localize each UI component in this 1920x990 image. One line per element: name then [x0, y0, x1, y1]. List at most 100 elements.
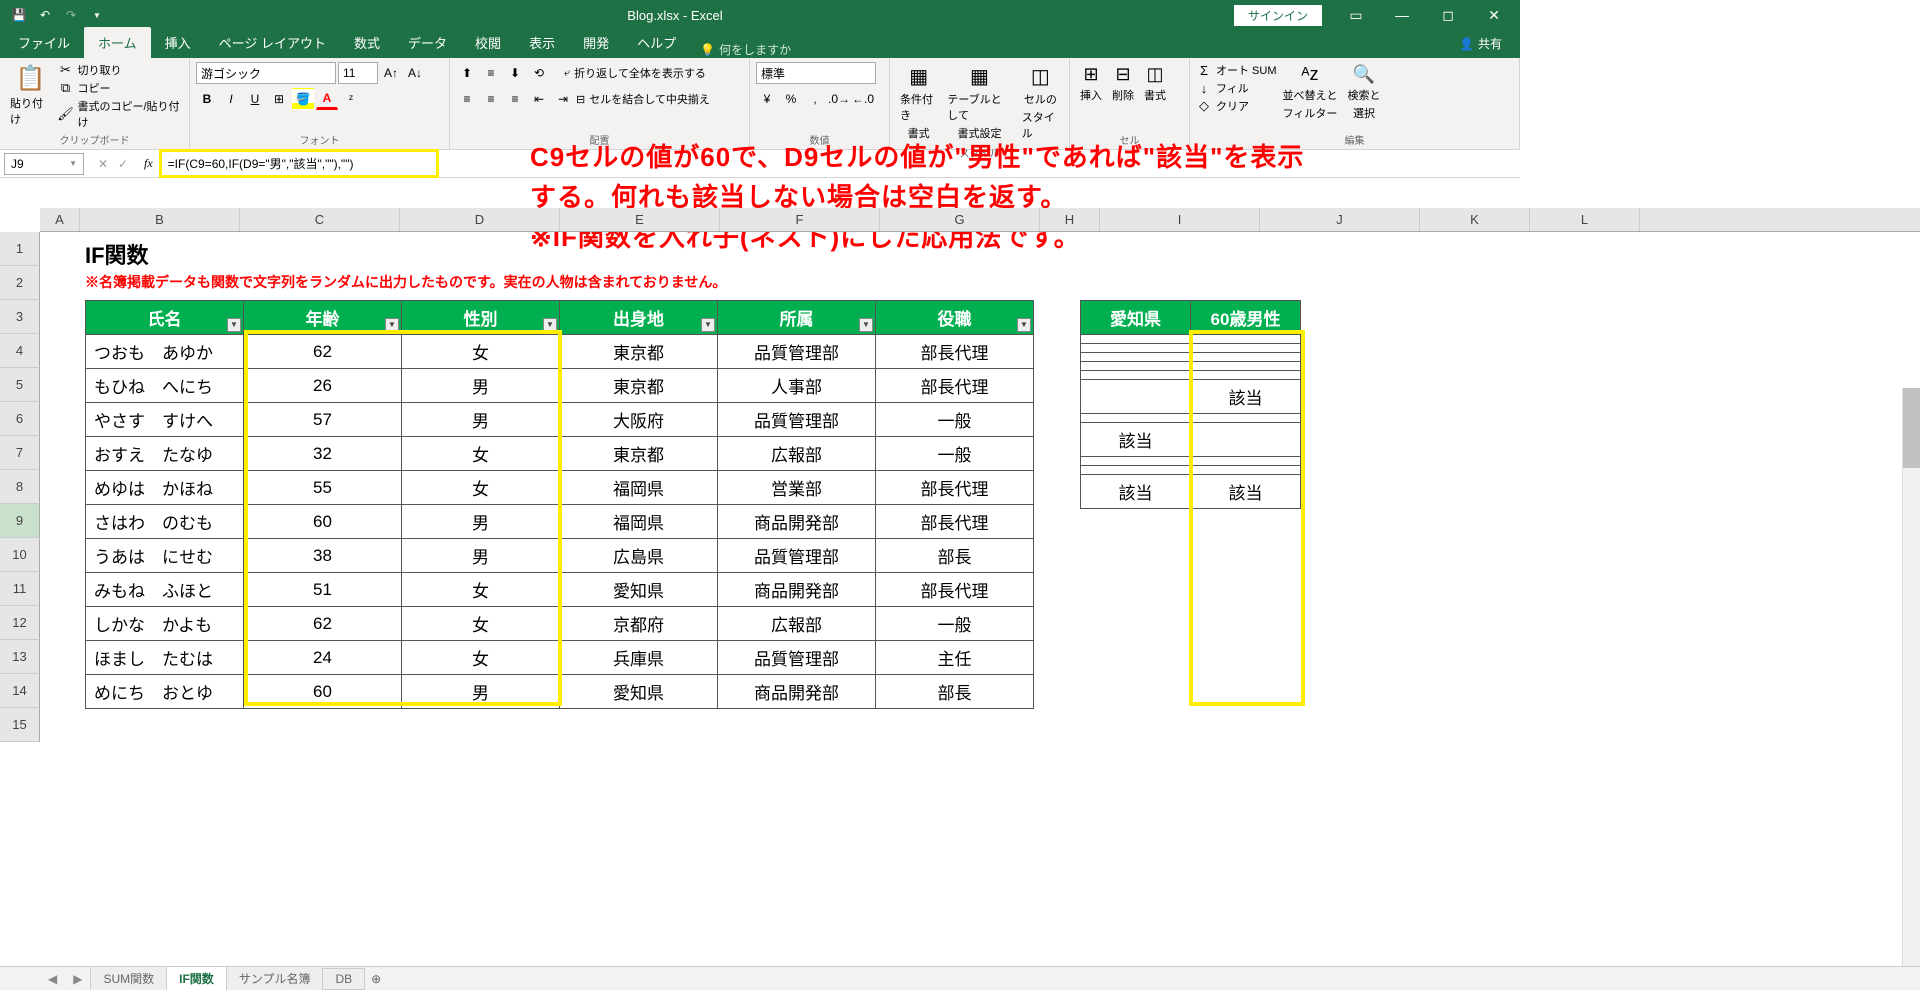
- cell-sex[interactable]: 男: [402, 539, 560, 573]
- underline-button[interactable]: U: [244, 88, 266, 110]
- cell-m60[interactable]: [1191, 335, 1301, 344]
- row-header-4[interactable]: 4: [0, 334, 40, 368]
- cell-sex[interactable]: 女: [402, 437, 560, 471]
- cell-aichi[interactable]: [1081, 335, 1191, 344]
- italic-button[interactable]: I: [220, 88, 242, 110]
- clear-button[interactable]: ◇クリア: [1196, 98, 1277, 114]
- wrap-text-button[interactable]: ⤶折り返して全体を表示する: [564, 62, 706, 84]
- cell-pref[interactable]: 愛知県: [560, 675, 718, 709]
- row-header-9[interactable]: 9: [0, 504, 40, 538]
- signin-button[interactable]: サインイン: [1234, 5, 1322, 26]
- cell-age[interactable]: 57: [244, 403, 402, 437]
- row-header-11[interactable]: 11: [0, 572, 40, 606]
- align-center-icon[interactable]: ≡: [480, 88, 502, 110]
- merge-button[interactable]: ⊟セルを結合して中央揃え: [576, 88, 710, 110]
- col-header-B[interactable]: B: [80, 208, 240, 231]
- cell-m60[interactable]: 該当: [1191, 475, 1301, 509]
- cell-pref[interactable]: 広島県: [560, 539, 718, 573]
- cut-button[interactable]: ✂切り取り: [58, 62, 184, 78]
- cell-dept[interactable]: 商品開発部: [718, 675, 876, 709]
- font-name-select[interactable]: [196, 62, 336, 84]
- row-header-6[interactable]: 6: [0, 402, 40, 436]
- cell-style-button[interactable]: ◫セルのスタイル: [1018, 62, 1063, 143]
- col-header-J[interactable]: J: [1260, 208, 1420, 231]
- cell-sex[interactable]: 男: [402, 369, 560, 403]
- row-header-3[interactable]: 3: [0, 300, 40, 334]
- row-header-15[interactable]: 15: [0, 708, 40, 742]
- copy-button[interactable]: ⧉コピー: [58, 80, 184, 96]
- row-header-13[interactable]: 13: [0, 640, 40, 674]
- cell-name[interactable]: めにち おとゆ: [86, 675, 244, 709]
- cell-m60[interactable]: [1191, 457, 1301, 466]
- add-sheet-button[interactable]: ⊕: [364, 972, 388, 986]
- align-middle-icon[interactable]: ≡: [480, 62, 502, 84]
- cell-age[interactable]: 60: [244, 505, 402, 539]
- cell-dept[interactable]: 商品開発部: [718, 505, 876, 539]
- redo-icon[interactable]: ↷: [60, 4, 82, 26]
- cell-m60[interactable]: [1191, 423, 1301, 457]
- conditional-format-button[interactable]: ▦条件付き書式: [896, 62, 941, 143]
- cell-dept[interactable]: 商品開発部: [718, 573, 876, 607]
- number-format-select[interactable]: [756, 62, 876, 84]
- formula-input[interactable]: =IF(C9=60,IF(D9="男","該当",""),""): [159, 149, 439, 178]
- align-top-icon[interactable]: ⬆: [456, 62, 478, 84]
- bold-button[interactable]: B: [196, 88, 218, 110]
- cell-pref[interactable]: 京都府: [560, 607, 718, 641]
- cell-m60[interactable]: [1191, 414, 1301, 423]
- name-box[interactable]: J9▼: [4, 153, 84, 175]
- cell-name[interactable]: ほまし たむは: [86, 641, 244, 675]
- cell-m60[interactable]: [1191, 371, 1301, 380]
- filter-icon[interactable]: ▼: [543, 318, 557, 332]
- indent-dec-icon[interactable]: ⇤: [528, 88, 550, 110]
- row-header-14[interactable]: 14: [0, 674, 40, 708]
- cell-pos[interactable]: 一般: [876, 403, 1034, 437]
- align-left-icon[interactable]: ≡: [456, 88, 478, 110]
- cell-dept[interactable]: 品質管理部: [718, 335, 876, 369]
- cell-aichi[interactable]: [1081, 371, 1191, 380]
- cell-pref[interactable]: 東京都: [560, 437, 718, 471]
- cell-sex[interactable]: 女: [402, 335, 560, 369]
- vertical-scrollbar[interactable]: [1902, 388, 1920, 966]
- col-header-A[interactable]: A: [40, 208, 80, 231]
- cell-name[interactable]: もひね へにち: [86, 369, 244, 403]
- cell-name[interactable]: おすえ たなゆ: [86, 437, 244, 471]
- filter-icon[interactable]: ▼: [385, 318, 399, 332]
- tab-formulas[interactable]: 数式: [340, 27, 394, 58]
- cell-pos[interactable]: 部長代理: [876, 471, 1034, 505]
- font-color-button[interactable]: A: [316, 88, 338, 110]
- cell-pos[interactable]: 部長代理: [876, 369, 1034, 403]
- cell-age[interactable]: 62: [244, 335, 402, 369]
- col-header-D[interactable]: D: [400, 208, 560, 231]
- cell-name[interactable]: うあは にせむ: [86, 539, 244, 573]
- cell-pref[interactable]: 福岡県: [560, 471, 718, 505]
- cell-aichi[interactable]: [1081, 353, 1191, 362]
- cell-sex[interactable]: 男: [402, 403, 560, 437]
- cell-age[interactable]: 26: [244, 369, 402, 403]
- cell-pref[interactable]: 東京都: [560, 335, 718, 369]
- border-button[interactable]: ⊞: [268, 88, 290, 110]
- cell-sex[interactable]: 女: [402, 641, 560, 675]
- row-header-8[interactable]: 8: [0, 470, 40, 504]
- minimize-icon[interactable]: —: [1380, 0, 1424, 30]
- col-header-L[interactable]: L: [1530, 208, 1640, 231]
- cell-name[interactable]: つおも あゆか: [86, 335, 244, 369]
- ruby-button[interactable]: ᶻ: [340, 88, 362, 110]
- cell-dept[interactable]: 品質管理部: [718, 403, 876, 437]
- cell-name[interactable]: しかな かよも: [86, 607, 244, 641]
- maximize-icon[interactable]: ◻: [1426, 0, 1470, 30]
- orientation-icon[interactable]: ⟲: [528, 62, 550, 84]
- tab-data[interactable]: データ: [394, 27, 461, 58]
- cell-pos[interactable]: 一般: [876, 437, 1034, 471]
- tab-view[interactable]: 表示: [515, 27, 569, 58]
- row-header-5[interactable]: 5: [0, 368, 40, 402]
- cell-age[interactable]: 60: [244, 675, 402, 709]
- dec-decimal-icon[interactable]: ←.0: [852, 88, 874, 110]
- tell-me-search[interactable]: 💡 何をしますか: [690, 41, 801, 58]
- cell-pos[interactable]: 主任: [876, 641, 1034, 675]
- cell-name[interactable]: みもね ふほと: [86, 573, 244, 607]
- cell-name[interactable]: やさす すけへ: [86, 403, 244, 437]
- share-button[interactable]: 👤 共有: [1445, 29, 1516, 58]
- cell-age[interactable]: 38: [244, 539, 402, 573]
- decrease-font-icon[interactable]: A↓: [404, 62, 426, 84]
- cell-m60[interactable]: [1191, 362, 1301, 371]
